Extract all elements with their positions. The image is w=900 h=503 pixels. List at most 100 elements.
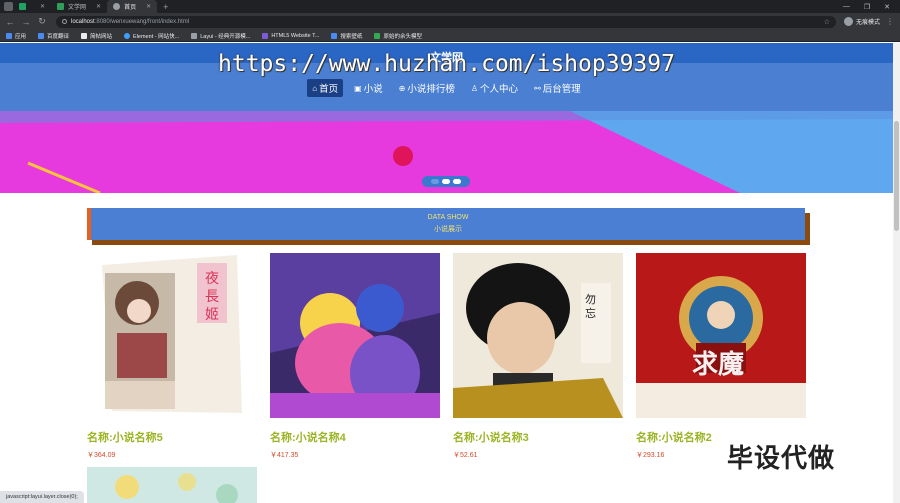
url-path: :8080/wenxuewang/front/index.html	[94, 18, 190, 25]
cover-art	[87, 467, 257, 503]
bookmark-favicon-icon	[262, 32, 269, 39]
bookmark-favicon-icon	[191, 32, 198, 39]
bookmark-item[interactable]: 搜索壁纸	[331, 32, 362, 40]
close-window-icon[interactable]: ✕	[884, 3, 890, 11]
book-cover-image[interactable]	[270, 253, 440, 418]
carousel-indicators	[422, 176, 470, 187]
info-icon[interactable]	[62, 19, 67, 24]
nav-label: 后台管理	[542, 84, 581, 95]
incognito-icon	[844, 17, 853, 26]
nav-label: 小说	[363, 84, 383, 95]
bookmark-label: HTML5 Website T...	[271, 32, 320, 39]
product-price: ￥417.35	[270, 452, 299, 459]
menu-dots-icon[interactable]: ⋮	[886, 17, 894, 26]
browser-tab-1[interactable]: ✕	[13, 0, 51, 13]
product-name[interactable]: 名称:小说名称3	[453, 429, 529, 445]
nav-label: 个人中心	[480, 84, 519, 95]
carousel-dot[interactable]	[453, 179, 461, 184]
browser-status-bar: javascript:layui.layer.close(0);	[0, 491, 84, 503]
bookmark-item[interactable]: 简帖网站	[81, 32, 112, 40]
profile-label: 无痕模式	[856, 20, 881, 26]
tab-favicon-icon	[19, 3, 26, 10]
product-card-partial[interactable]	[87, 467, 257, 503]
url-host: localhost	[71, 18, 95, 25]
product-card[interactable]: 勿 忘 名称:小说名称3 ￥52.61	[453, 253, 623, 468]
bookmark-item[interactable]: Element - 网站快...	[124, 32, 179, 40]
product-price: ￥52.61	[453, 452, 478, 459]
book-cover-image[interactable]: 夜 長 姬	[87, 253, 257, 418]
close-tab-icon[interactable]: ✕	[146, 3, 151, 10]
product-name[interactable]: 名称:小说名称4	[270, 429, 346, 445]
nav-novels[interactable]: ▣ 小说	[349, 79, 388, 97]
bookmark-favicon-icon	[331, 32, 338, 39]
scrollbar-thumb[interactable]	[894, 121, 899, 231]
bookmark-item[interactable]: Layui - 经典开源模...	[191, 32, 250, 40]
browser-tab-3[interactable]: 首页 ✕	[107, 0, 158, 13]
bookmark-label: 搜索壁纸	[340, 33, 363, 40]
bookmark-item[interactable]: 百度翻译	[38, 32, 69, 40]
main-nav: ⌂ 首页 ▣ 小说 ⊕ 小说排行榜 ♙ 个人中心 ⚯ 后台管理	[0, 79, 893, 97]
bookmark-favicon-icon	[81, 32, 88, 39]
bookmark-label: Layui - 经典开源模...	[200, 33, 251, 40]
svg-text:勿: 勿	[585, 293, 596, 306]
page-scrollbar[interactable]	[893, 43, 900, 503]
bookmark-label: 原始的余头模型	[383, 33, 422, 40]
browser-tab-2[interactable]: 文学网 ✕	[51, 0, 107, 13]
close-tab-icon[interactable]: ✕	[96, 3, 101, 10]
browser-tab-bar: ✕ 文学网 ✕ 首页 ✕ + — ❐ ✕	[0, 0, 900, 13]
nav-admin[interactable]: ⚯ 后台管理	[529, 79, 586, 97]
profile-button[interactable]: 无痕模式	[844, 17, 880, 26]
product-card[interactable]: 名称:小说名称4 ￥417.35	[270, 253, 440, 468]
product-price: ￥293.16	[636, 452, 665, 459]
bookmark-star-icon[interactable]: ☆	[824, 18, 830, 26]
svg-text:長: 長	[205, 289, 219, 305]
vue-favicon-icon	[57, 3, 65, 10]
back-icon[interactable]: ←	[4, 17, 16, 27]
product-name[interactable]: 名称:小说名称5	[87, 429, 163, 445]
product-name[interactable]: 名称:小说名称2	[636, 429, 712, 445]
link-icon: ⚯	[534, 83, 541, 93]
bookmarks-bar: 应用 百度翻译 简帖网站 Element - 网站快... Layui - 经典…	[0, 30, 900, 42]
bookmark-item[interactable]: HTML5 Website T...	[262, 32, 320, 39]
section-title: 小说展示	[434, 226, 462, 233]
book-cover-image[interactable]: 勿 忘	[453, 253, 623, 418]
home-icon: ⌂	[312, 83, 318, 93]
new-tab-icon[interactable]: +	[157, 2, 174, 12]
bookmark-item[interactable]: 原始的余头模型	[374, 32, 422, 40]
cover-art: 勿 忘	[453, 253, 623, 418]
tab-search-button[interactable]	[4, 2, 13, 11]
bookmark-apps[interactable]: 应用	[6, 32, 26, 40]
watermark-url: https://www.huzhan.com/ishop39397	[218, 51, 675, 77]
minimize-icon[interactable]: —	[843, 3, 850, 11]
product-card[interactable]: 夜 長 姬 名称:小说名称5 ￥364.09	[87, 253, 257, 468]
restore-icon[interactable]: ❐	[864, 3, 870, 11]
rank-icon: ⊕	[398, 83, 406, 93]
product-card[interactable]: 求魔 名称:小说名称2 ￥293.16	[636, 253, 806, 468]
apps-icon	[6, 32, 12, 39]
svg-text:夜: 夜	[205, 271, 219, 287]
carousel-dot[interactable]	[431, 179, 439, 184]
bookmark-label: 简帖网站	[90, 33, 113, 40]
nav-home[interactable]: ⌂ 首页	[307, 79, 344, 97]
reload-icon[interactable]: ↻	[36, 16, 48, 27]
svg-text:姬: 姬	[205, 307, 219, 323]
browser-toolbar: ← → ↻ localhost:8080/wenxuewang/front/in…	[0, 13, 900, 30]
bookmark-label: 百度翻译	[47, 33, 70, 40]
nav-user-center[interactable]: ♙ 个人中心	[466, 79, 523, 97]
globe-favicon-icon	[113, 3, 121, 10]
svg-text:忘: 忘	[585, 306, 596, 320]
forward-icon[interactable]: →	[20, 17, 32, 27]
bookmark-label: 应用	[15, 33, 27, 40]
nav-ranking[interactable]: ⊕ 小说排行榜	[394, 79, 460, 97]
bookmark-favicon-icon	[124, 32, 131, 39]
bookmark-favicon-icon	[374, 32, 381, 39]
carousel-dot[interactable]	[442, 179, 450, 184]
address-bar[interactable]: localhost:8080/wenxuewang/front/index.ht…	[56, 15, 836, 28]
section-subtitle: DATA SHOW	[427, 214, 469, 221]
bookmark-label: Element - 网站快...	[133, 33, 180, 40]
svg-text:求魔: 求魔	[692, 350, 744, 380]
book-cover-image[interactable]: 求魔	[636, 253, 806, 418]
tab-title: 文学网	[68, 5, 87, 11]
close-tab-icon[interactable]: ✕	[40, 3, 45, 10]
product-price: ￥364.09	[87, 452, 116, 459]
